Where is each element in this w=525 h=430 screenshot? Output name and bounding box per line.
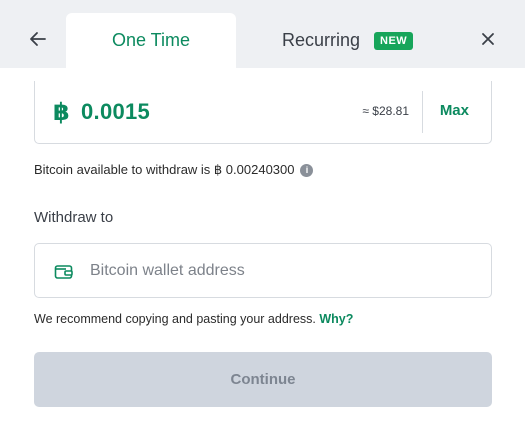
why-link[interactable]: Why? bbox=[319, 312, 353, 326]
tab-bar: One Time Recurring NEW bbox=[0, 0, 525, 68]
close-button[interactable] bbox=[477, 28, 499, 50]
amount-input[interactable]: ฿ 0.0015 ≈ $28.81 Max bbox=[34, 81, 492, 144]
wallet-address-field[interactable] bbox=[34, 243, 492, 298]
continue-button-label: Continue bbox=[231, 371, 296, 388]
recommendation-text: We recommend copying and pasting your ad… bbox=[34, 312, 353, 326]
close-icon bbox=[477, 28, 499, 50]
info-icon[interactable]: i bbox=[300, 164, 313, 177]
available-balance-text: Bitcoin available to withdraw is ฿ 0.002… bbox=[34, 162, 294, 178]
divider bbox=[422, 91, 423, 133]
back-button[interactable] bbox=[26, 27, 50, 51]
bitcoin-symbol: ฿ bbox=[53, 98, 70, 127]
wallet-address-input[interactable] bbox=[90, 256, 470, 286]
recommendation-message: We recommend copying and pasting your ad… bbox=[34, 312, 316, 326]
tab-one-time-label: One Time bbox=[112, 30, 190, 51]
tab-recurring-label: Recurring bbox=[282, 30, 360, 51]
amount-value[interactable]: 0.0015 bbox=[81, 99, 150, 125]
wallet-icon bbox=[54, 264, 74, 280]
tab-one-time[interactable]: One Time bbox=[66, 13, 236, 68]
arrow-left-icon bbox=[26, 27, 50, 51]
new-badge: NEW bbox=[374, 32, 413, 50]
max-button[interactable]: Max bbox=[440, 102, 469, 119]
usd-estimate: ≈ $28.81 bbox=[362, 104, 409, 118]
available-balance: Bitcoin available to withdraw is ฿ 0.002… bbox=[34, 162, 313, 178]
tab-recurring[interactable]: Recurring NEW bbox=[268, 13, 438, 68]
withdraw-to-label: Withdraw to bbox=[34, 209, 113, 226]
continue-button[interactable]: Continue bbox=[34, 352, 492, 407]
